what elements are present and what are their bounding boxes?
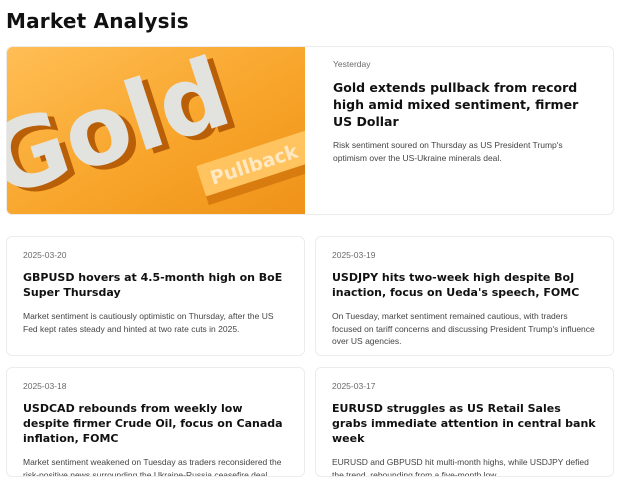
article-date: 2025-03-20 bbox=[23, 250, 67, 260]
article-card[interactable]: 2025-03-18 USDCAD rebounds from weekly l… bbox=[6, 367, 305, 477]
article-title[interactable]: USDJPY hits two-week high despite BoJ in… bbox=[332, 270, 599, 300]
article-summary: On Tuesday, market sentiment remained ca… bbox=[332, 311, 595, 346]
article-summary: Market sentiment weakened on Tuesday as … bbox=[23, 457, 282, 477]
article-summary: Risk sentiment soured on Thursday as US … bbox=[333, 140, 563, 163]
article-date: 2025-03-18 bbox=[23, 381, 67, 391]
article-card[interactable]: 2025-03-17 EURUSD struggles as US Retail… bbox=[315, 367, 614, 477]
article-date: Yesterday bbox=[333, 59, 371, 69]
featured-article-card[interactable]: Gold Gold Pullback Yesterday Gold extend… bbox=[6, 46, 614, 215]
article-card[interactable]: 2025-03-19 USDJPY hits two-week high des… bbox=[315, 236, 614, 356]
article-summary: Market sentiment is cautiously optimisti… bbox=[23, 311, 274, 334]
article-summary: EURUSD and GBPUSD hit multi-month highs,… bbox=[332, 457, 589, 477]
article-title[interactable]: Gold extends pullback from record high a… bbox=[333, 79, 595, 130]
article-title[interactable]: USDCAD rebounds from weekly low despite … bbox=[23, 401, 290, 446]
article-date: 2025-03-17 bbox=[332, 381, 376, 391]
article-date: 2025-03-19 bbox=[332, 250, 376, 260]
featured-article-image[interactable]: Gold Gold Pullback bbox=[7, 47, 305, 214]
article-title[interactable]: GBPUSD hovers at 4.5-month high on BoE S… bbox=[23, 270, 290, 300]
article-title[interactable]: EURUSD struggles as US Retail Sales grab… bbox=[332, 401, 599, 446]
page-title: Market Analysis bbox=[6, 9, 189, 33]
gold-pullback-illustration: Gold Gold Pullback bbox=[7, 47, 305, 214]
article-card[interactable]: 2025-03-20 GBPUSD hovers at 4.5-month hi… bbox=[6, 236, 305, 356]
